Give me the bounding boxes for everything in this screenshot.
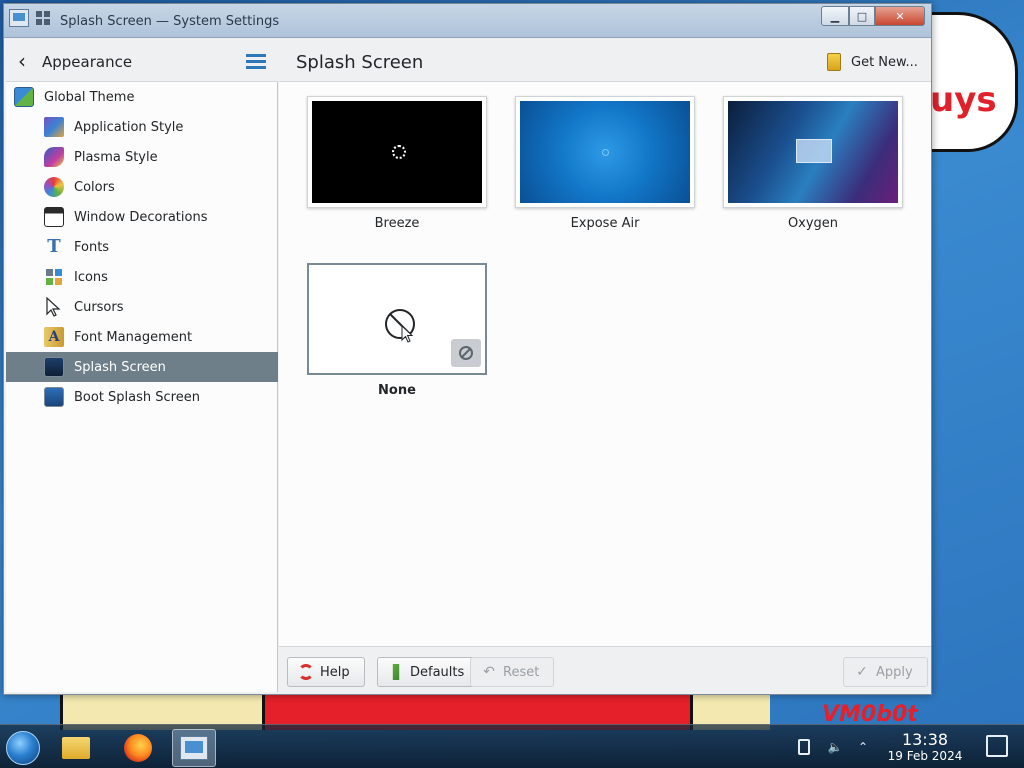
breeze-preview (312, 101, 482, 203)
spinner-icon (602, 149, 609, 156)
show-desktop-button[interactable] (986, 735, 1008, 757)
sidebar-item-label: Colors (74, 179, 115, 195)
help-label: Help (320, 664, 350, 680)
maximize-button[interactable]: □ (849, 6, 875, 26)
theme-label: Expose Air (570, 216, 640, 231)
spinner-icon (392, 145, 406, 159)
folder-icon (62, 737, 90, 759)
cloud-text: uys (930, 80, 997, 120)
volume-muted-icon[interactable]: 🔈 (826, 739, 844, 755)
icons-icon (44, 267, 64, 287)
sidebar: ‹ Appearance Global Theme Application St… (6, 40, 278, 692)
sidebar-item-label: Fonts (74, 239, 110, 255)
sidebar-item-label: Global Theme (44, 89, 135, 105)
system-settings-window: Splash Screen — System Settings ▁ □ ✕ ‹ … (3, 3, 932, 695)
sidebar-item-label: Icons (74, 269, 108, 285)
file-manager-task[interactable] (54, 729, 98, 767)
theme-label: Breeze (374, 216, 420, 231)
reset-button[interactable]: ↶ Reset (470, 657, 555, 687)
sidebar-item-boot-splash-screen[interactable]: Boot Splash Screen (6, 382, 278, 412)
global-theme-icon (14, 87, 34, 107)
defaults-button[interactable]: Defaults (377, 657, 480, 687)
sidebar-item-icons[interactable]: Icons (6, 262, 278, 292)
remove-theme-button[interactable] (451, 339, 481, 367)
clock-date[interactable]: 19 Feb 2024 (882, 749, 968, 763)
system-settings-icon (180, 736, 208, 760)
app-icon[interactable] (9, 9, 29, 27)
sidebar-item-fonts[interactable]: T Fonts (6, 232, 278, 262)
sidebar-item-label: Splash Screen (74, 359, 166, 375)
close-button[interactable]: ✕ (875, 6, 925, 26)
sidebar-item-label: Application Style (74, 119, 184, 135)
theme-thumbnail[interactable] (307, 263, 487, 375)
sidebar-item-application-style[interactable]: Application Style (6, 112, 278, 142)
sidebar-item-splash-screen[interactable]: Splash Screen (6, 352, 278, 382)
boot-splash-screen-icon (44, 387, 64, 407)
tray-expand-icon[interactable]: ⌃ (856, 739, 870, 755)
splash-screen-icon (44, 357, 64, 377)
sidebar-item-plasma-style[interactable]: Plasma Style (6, 142, 278, 172)
start-menu-button[interactable] (6, 731, 40, 765)
apply-label: Apply (876, 664, 913, 680)
window-title: Splash Screen — System Settings (60, 14, 280, 29)
firefox-icon (124, 734, 152, 762)
sidebar-list: Global Theme Application Style Plasma St… (6, 82, 278, 412)
apply-button[interactable]: ✓ Apply (843, 657, 928, 687)
sidebar-item-global-theme[interactable]: Global Theme (6, 82, 278, 112)
theme-label: None (378, 383, 416, 398)
clipboard-icon[interactable] (798, 739, 810, 755)
theme-thumbnail[interactable] (515, 96, 695, 208)
window-decorations-icon (44, 207, 64, 227)
remove-icon (459, 346, 473, 360)
checkmark-icon: ✓ (856, 664, 868, 680)
minimize-button[interactable]: ▁ (821, 6, 849, 26)
button-bar: Help Defaults ↶ Reset ✓ Apply (279, 646, 931, 692)
get-new-label: Get New... (851, 54, 918, 70)
oxygen-logo-icon (796, 139, 832, 163)
get-new-icon (827, 53, 841, 71)
firefox-task[interactable] (116, 729, 160, 767)
page-title: Splash Screen (296, 52, 424, 73)
system-settings-task[interactable] (172, 729, 216, 767)
main-content: Splash Screen Get New... Breeze Expose A… (279, 40, 931, 692)
sidebar-header: ‹ Appearance (6, 40, 278, 82)
main-header: Splash Screen Get New... (279, 40, 931, 82)
sidebar-item-window-decorations[interactable]: Window Decorations (6, 202, 278, 232)
reset-label: Reset (503, 664, 540, 680)
sidebar-item-label: Cursors (74, 299, 124, 315)
application-style-icon (44, 117, 64, 137)
plasma-style-icon (44, 147, 64, 167)
help-icon (298, 664, 314, 680)
mouse-cursor-icon (401, 325, 414, 343)
sidebar-item-label: Font Management (74, 329, 193, 345)
defaults-icon (392, 664, 400, 680)
defaults-label: Defaults (410, 664, 465, 680)
reset-icon: ↶ (483, 664, 495, 680)
sidebar-item-cursors[interactable]: Cursors (6, 292, 278, 322)
sidebar-item-label: Boot Splash Screen (74, 389, 200, 405)
theme-thumbnail[interactable] (723, 96, 903, 208)
colors-icon (44, 177, 64, 197)
font-management-icon: A (44, 327, 64, 347)
help-button[interactable]: Help (287, 657, 365, 687)
theme-thumbnail[interactable] (307, 96, 487, 208)
sidebar-title[interactable]: Appearance (42, 53, 132, 71)
window-menu-icon[interactable] (36, 11, 50, 25)
oxygen-preview (728, 101, 898, 203)
sidebar-item-label: Window Decorations (74, 209, 208, 225)
titlebar[interactable]: Splash Screen — System Settings ▁ □ ✕ (4, 4, 931, 38)
get-new-button[interactable]: Get New... (827, 51, 918, 73)
sidebar-item-label: Plasma Style (74, 149, 158, 165)
taskbar: 🔈 ⌃ 13:38 19 Feb 2024 (0, 724, 1024, 768)
fonts-icon: T (47, 236, 61, 257)
expose-air-preview (520, 101, 690, 203)
back-arrow-icon[interactable]: ‹ (18, 51, 32, 71)
theme-label: Oxygen (787, 216, 839, 231)
clock-time[interactable]: 13:38 (900, 730, 950, 749)
sidebar-item-colors[interactable]: Colors (6, 172, 278, 202)
cursors-icon (44, 296, 64, 317)
none-preview (313, 269, 481, 369)
sidebar-item-font-management[interactable]: A Font Management (6, 322, 278, 352)
hamburger-menu-icon[interactable] (246, 54, 266, 70)
